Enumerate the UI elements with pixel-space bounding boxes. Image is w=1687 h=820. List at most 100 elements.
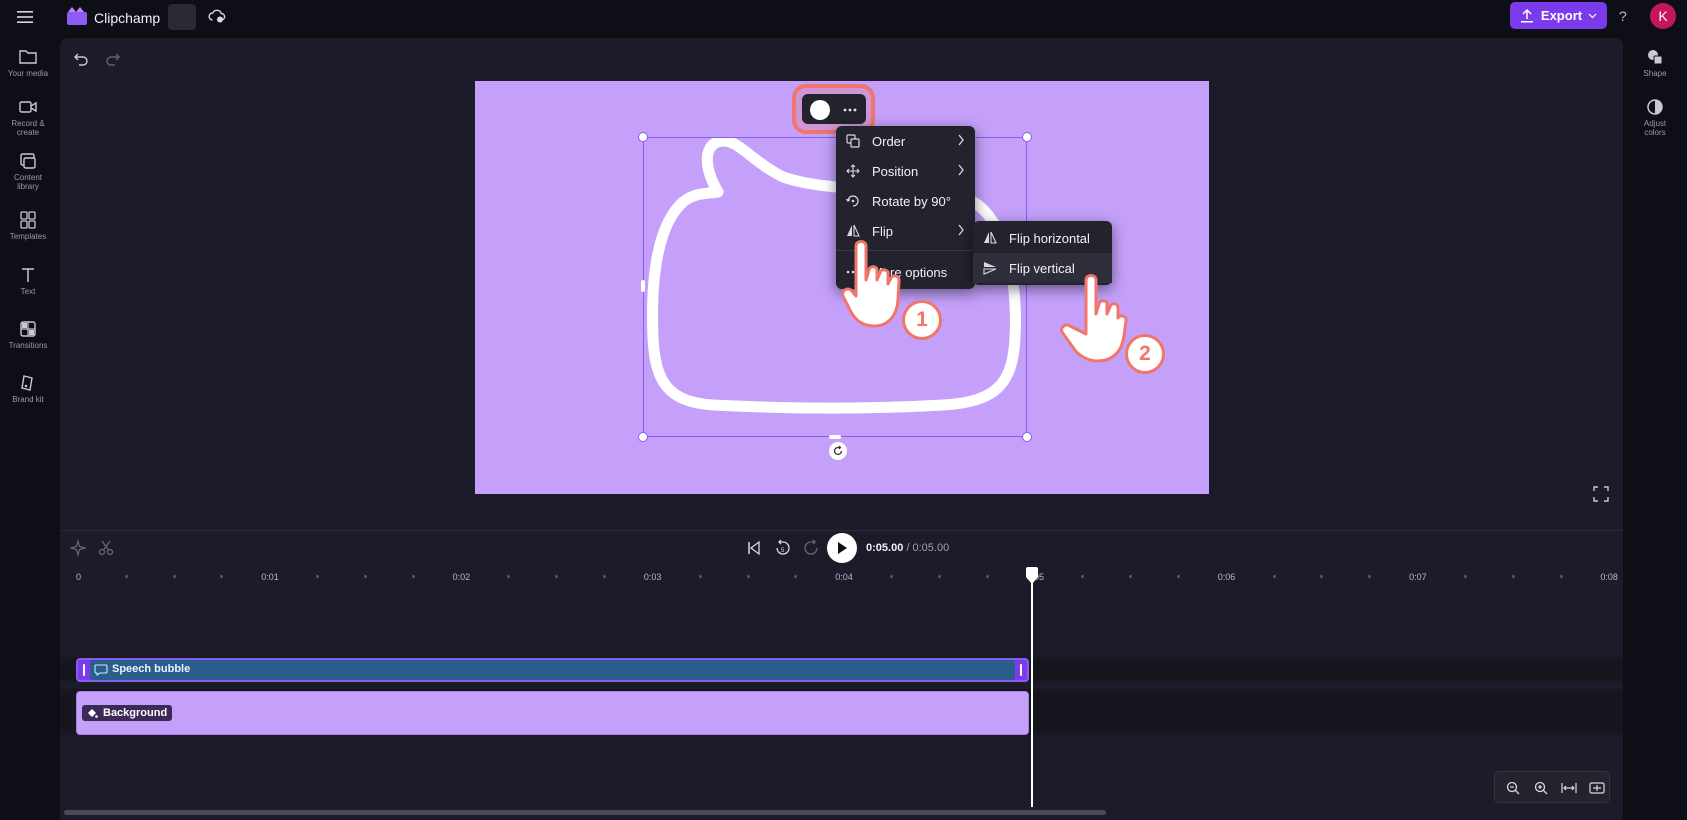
ruler-tick-dot (124, 575, 128, 578)
redo-icon[interactable] (105, 51, 121, 67)
sidebar-item-templates[interactable]: Templates (0, 211, 56, 241)
avatar-initial: K (1658, 8, 1668, 24)
menu-item-order[interactable]: Order (836, 126, 975, 156)
hamburger-menu-icon[interactable] (16, 9, 34, 25)
playhead-handle[interactable] (1024, 567, 1040, 585)
resize-handle-bottom-right[interactable] (1022, 432, 1032, 442)
timeline-divider (60, 530, 1623, 531)
ruler-tick-dot (1511, 575, 1515, 578)
clip-trim-handle-left[interactable] (78, 660, 90, 680)
current-time: 0:05.00 (866, 542, 904, 554)
step-badge-2: 2 (1125, 334, 1165, 374)
resize-handle-bottom[interactable] (829, 435, 841, 439)
ruler-tick-dot (937, 575, 941, 578)
shape-clip-icon (94, 664, 108, 676)
ruler-tick-label: 0:06 (1217, 572, 1236, 582)
menu-item-rotate[interactable]: Rotate by 90° (836, 186, 975, 216)
resize-handle-bottom-left[interactable] (638, 432, 648, 442)
clipchamp-logo-icon (66, 6, 88, 26)
fit-to-timeline-icon[interactable] (1557, 776, 1581, 800)
adjust-colors-icon (1647, 99, 1663, 115)
sidebar-item-transitions[interactable]: Transitions (0, 320, 56, 350)
cloud-sync-icon[interactable] (208, 7, 226, 25)
sidebar-item-shape[interactable]: Shape (1623, 48, 1687, 78)
step-number: 2 (1139, 342, 1151, 365)
avatar[interactable]: K (1650, 3, 1676, 29)
sidebar-item-your-media[interactable]: Your media (0, 48, 56, 78)
rotate-icon (845, 193, 861, 209)
help-button[interactable]: ? (1619, 8, 1627, 24)
ruler-tick-label: 0:01 (261, 572, 279, 582)
clip-label-chip: Background (82, 705, 173, 721)
sidebar-item-text[interactable]: Text (0, 266, 56, 296)
right-sidebar: Shape Adjust colors (1623, 36, 1687, 820)
sidebar-item-label: Templates (9, 232, 47, 241)
library-icon (20, 153, 36, 169)
ruler-tick-dot (411, 575, 415, 578)
left-sidebar: Your media Record & create Content libra… (0, 36, 56, 820)
text-icon (22, 268, 34, 282)
sidebar-item-label: Text (20, 287, 36, 296)
play-button[interactable] (827, 533, 857, 563)
flip-vertical-icon (982, 260, 998, 276)
step-number: 1 (916, 308, 928, 331)
ruler-tick-label: 0:02 (452, 572, 471, 582)
sidebar-item-label: Adjust colors (1643, 119, 1667, 137)
resize-handle-top-right[interactable] (1022, 132, 1032, 142)
split-scissors-icon[interactable] (98, 540, 114, 556)
magic-edit-icon[interactable] (68, 538, 88, 558)
transitions-icon (20, 321, 36, 337)
svg-text:5: 5 (781, 548, 785, 554)
sidebar-item-label: Shape (1643, 69, 1667, 78)
clip-trim-handle-right[interactable] (1015, 660, 1027, 680)
zoom-out-icon[interactable] (1501, 776, 1525, 800)
resize-handle-top-left[interactable] (638, 132, 648, 142)
ruler-tick-dot (698, 575, 702, 578)
sidebar-item-brand-kit[interactable]: Brand kit (0, 374, 56, 404)
timeline-scrollbar[interactable] (64, 810, 1106, 815)
sidebar-item-adjust-colors[interactable]: Adjust colors (1623, 98, 1687, 137)
sidebar-item-label: Brand kit (12, 395, 44, 404)
more-options-icon[interactable] (840, 100, 860, 120)
menu-item-label: Rotate by 90° (872, 193, 951, 209)
chevron-right-icon (958, 134, 964, 146)
expand-timeline-icon[interactable] (1585, 776, 1609, 800)
chevron-right-icon (958, 224, 964, 236)
ruler-tick-dot (1463, 575, 1467, 578)
project-thumbnail[interactable] (168, 4, 196, 30)
background-clip[interactable]: Background (76, 691, 1029, 735)
fill-color-button[interactable] (810, 100, 830, 120)
export-button[interactable]: Export (1510, 2, 1607, 29)
clip-label: Speech bubble (112, 663, 191, 675)
menu-item-flip-horizontal[interactable]: Flip horizontal (973, 223, 1112, 253)
menu-item-label: Order (872, 133, 906, 149)
forward-5s-icon[interactable] (802, 539, 820, 557)
menu-item-label: Position (872, 163, 919, 179)
paint-bucket-icon (88, 709, 98, 718)
camera-icon (19, 101, 37, 113)
sidebar-item-content-library[interactable]: Content library (0, 152, 56, 191)
rotate-handle-icon[interactable] (829, 442, 847, 460)
resize-handle-left[interactable] (641, 280, 645, 292)
menu-item-position[interactable]: Position (836, 156, 975, 186)
upload-icon (1520, 8, 1533, 22)
ruler-tick-dot (1272, 575, 1276, 578)
undo-icon[interactable] (73, 51, 89, 67)
export-label: Export (1540, 8, 1583, 23)
clip-label: Background (103, 707, 168, 719)
ruler-tick-label: 0:07 (1409, 572, 1427, 582)
position-icon (845, 163, 861, 179)
speech-bubble-clip[interactable]: Speech bubble (76, 658, 1029, 682)
fullscreen-icon[interactable] (1593, 486, 1609, 502)
skip-to-start-icon[interactable] (746, 540, 762, 556)
pointer-hand-icon (1060, 274, 1128, 363)
folder-icon (19, 50, 37, 64)
playhead[interactable] (1031, 576, 1033, 807)
rewind-5s-icon[interactable]: 5 (774, 539, 792, 557)
sidebar-item-record-create[interactable]: Record & create (0, 98, 56, 137)
ruler-tick-dot (172, 575, 176, 578)
ruler-tick-label: 0 (76, 572, 82, 582)
sidebar-item-label: Record & create (11, 119, 45, 137)
order-icon (845, 133, 861, 149)
zoom-in-icon[interactable] (1529, 776, 1553, 800)
